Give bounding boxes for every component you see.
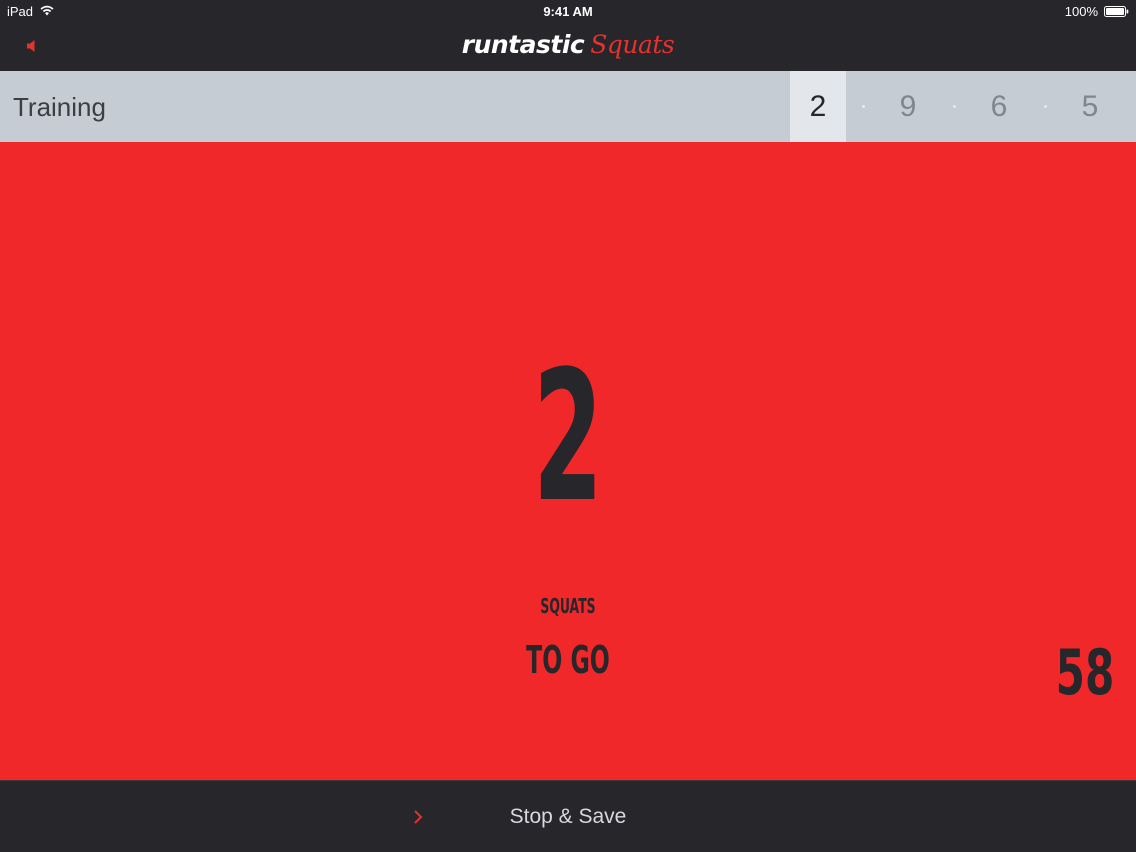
- unit-label: SQUATS: [540, 594, 596, 618]
- status-bar: iPad 9:41 AM 100%: [0, 0, 1136, 24]
- counter-panel[interactable]: 2 SQUATS TO GO 58: [0, 142, 1136, 780]
- to-go-label: TO GO: [526, 638, 610, 682]
- training-label: Training: [13, 92, 106, 122]
- set-item-4: 5: [1081, 90, 1099, 123]
- set-item-2: 9: [899, 90, 917, 123]
- battery-icon: [1104, 6, 1129, 17]
- set-item-1: 2: [790, 71, 846, 142]
- app-logo: runtastic Squats: [0, 30, 1136, 60]
- app-root: iPad 9:41 AM 100% runtastic Squats Traini…: [0, 0, 1136, 852]
- nav-bar: runtastic Squats: [0, 24, 1136, 71]
- chevron-right-icon: [414, 810, 423, 824]
- brand-name: runtastic: [461, 30, 585, 59]
- set-separator: [862, 105, 865, 108]
- brand-product: Squats: [590, 30, 675, 59]
- set-separator: [1044, 105, 1047, 108]
- status-time: 9:41 AM: [543, 4, 593, 19]
- set-separator: [953, 105, 956, 108]
- training-bar: Training 2 9 6 5: [0, 71, 1136, 142]
- stop-save-button[interactable]: Stop & Save: [440, 797, 696, 837]
- status-battery-percent: 100%: [1064, 4, 1098, 19]
- rest-timer: 58: [1055, 636, 1114, 709]
- bottom-bar: Stop & Save: [0, 780, 1136, 852]
- set-item-3: 6: [990, 90, 1008, 123]
- squat-count: 2: [532, 333, 604, 542]
